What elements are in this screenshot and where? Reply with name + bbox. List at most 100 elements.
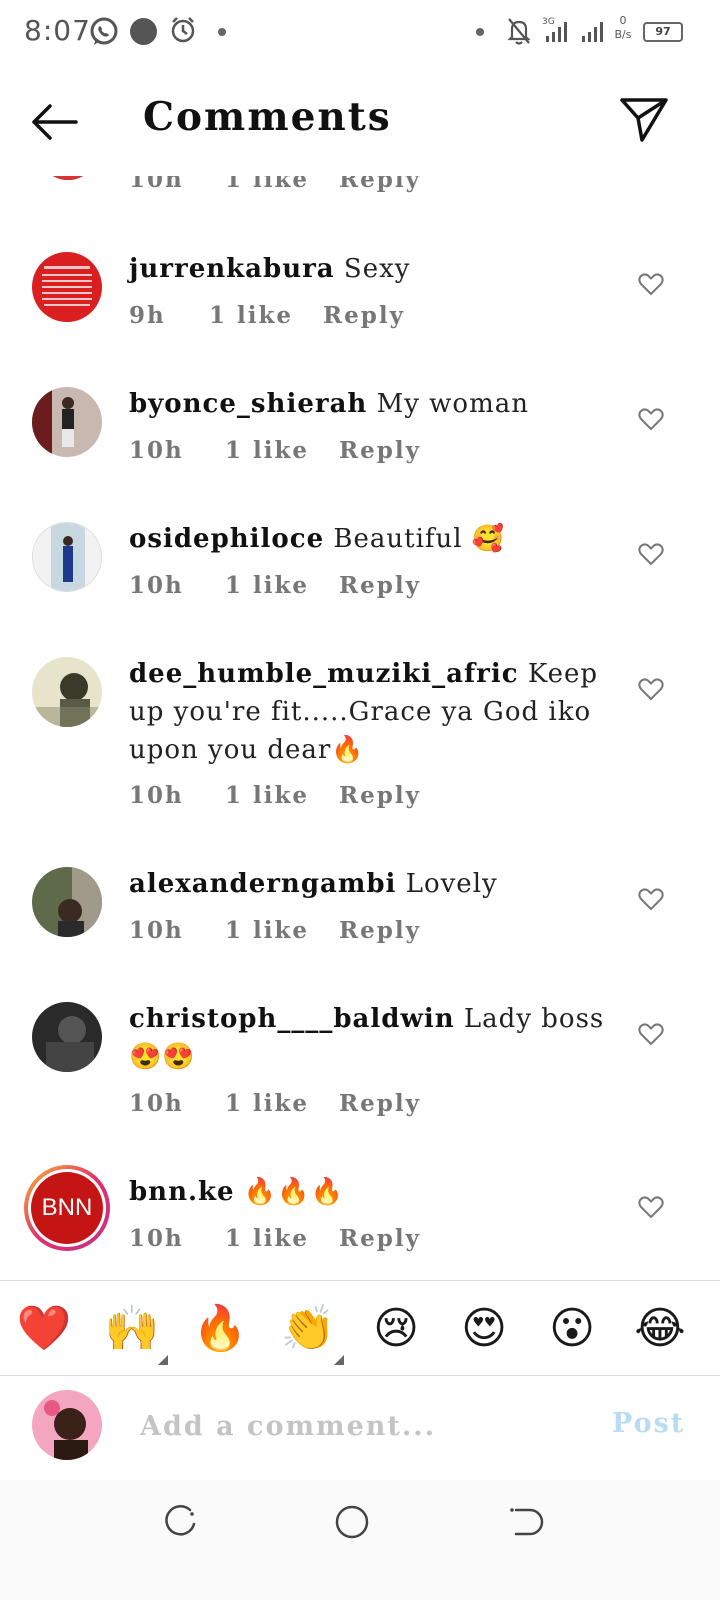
comment-time: 9h [129, 302, 166, 329]
comment-meta: 10h 1 like Reply [129, 437, 421, 464]
net-speed-value: 0 [619, 14, 627, 27]
comment-username[interactable]: dee_humble_muziki_afric [129, 659, 519, 689]
page-title: Comments [143, 94, 392, 140]
comment-meta: 10h 1 like Reply [129, 782, 421, 809]
whatsapp-icon [90, 17, 118, 45]
comment-meta: 10h 1 like Reply [129, 917, 421, 944]
comment-body: 🔥🔥🔥 [243, 1177, 344, 1207]
comment-body: Beautiful 🥰 [333, 524, 506, 554]
comment-meta: 10h 1 like Reply [129, 1090, 421, 1117]
heart-icon[interactable] [638, 272, 664, 296]
dot-icon [476, 28, 484, 36]
reply-button[interactable]: Reply [323, 302, 405, 329]
avatar-logo-text: BNN [31, 1172, 103, 1244]
comment-likes-link[interactable]: 1 like [225, 917, 329, 944]
heart-icon[interactable] [638, 407, 664, 431]
heart-icon[interactable] [638, 887, 664, 911]
comment-meta: 10h 1 like Reply [129, 572, 421, 599]
home-icon[interactable] [332, 1502, 372, 1542]
svg-text:3G: 3G [542, 17, 555, 27]
comment-username[interactable]: alexanderngambi [129, 869, 396, 899]
avatar[interactable] [32, 867, 102, 937]
heart-icon[interactable] [638, 677, 664, 701]
reply-button[interactable]: Reply [339, 1090, 421, 1117]
comment-text: alexanderngambi Lovely [129, 865, 609, 903]
comment-body: Sexy [343, 254, 411, 284]
emoji-fire-button[interactable]: 🔥 [192, 1301, 248, 1357]
paper-plane-icon[interactable] [618, 94, 670, 146]
alarm-icon [171, 17, 195, 43]
reply-button[interactable]: Reply [339, 1225, 421, 1252]
comment-text: christoph____baldwin Lady boss 😍😍 [129, 1000, 609, 1076]
avatar[interactable]: BNN [24, 1165, 110, 1251]
recent-apps-icon[interactable] [160, 1502, 200, 1542]
current-user-avatar [32, 1390, 102, 1460]
comment-likes-link[interactable]: 1 like [225, 782, 329, 809]
comment-item: osidephiloce Beautiful 🥰 10h 1 like Repl… [0, 520, 720, 630]
comment-likes-link[interactable]: 1 like [225, 1225, 329, 1252]
emoji-surprised-button[interactable]: 😮 [544, 1301, 600, 1357]
post-button[interactable]: Post [612, 1408, 685, 1439]
header: Comments [0, 66, 720, 176]
reply-button[interactable]: Reply [339, 437, 421, 464]
comment-likes-link[interactable]: 1 like [225, 1090, 329, 1117]
emoji-crying-button[interactable]: 😢 [368, 1301, 424, 1357]
comment-meta: 10h 1 like Reply [129, 1225, 421, 1252]
comment-time: 10h [129, 437, 184, 464]
emoji-quick-bar: ❤️ 🙌 🔥 👏 😢 😍 😮 😂 [0, 1281, 720, 1375]
comment-item: alexanderngambi Lovely 10h 1 like Reply [0, 865, 720, 975]
arrow-left-icon[interactable] [28, 100, 80, 144]
heart-icon[interactable] [638, 1022, 664, 1046]
bell-muted-icon [507, 18, 531, 45]
reply-button[interactable]: Reply [339, 572, 421, 599]
reply-button[interactable]: Reply [339, 917, 421, 944]
comment-username[interactable]: bnn.ke [129, 1177, 235, 1207]
system-nav-bar [0, 1480, 720, 1600]
comment-meta: 9h 1 like Reply [129, 302, 405, 329]
compose-bar: Post [0, 1376, 720, 1480]
net-speed-unit: B/s [614, 28, 632, 41]
comment-list[interactable]: 10h 1 like Reply jurrenkabura Sexy 9h 1 … [0, 150, 720, 1280]
avatar[interactable] [32, 657, 102, 727]
comment-text: bnn.ke 🔥🔥🔥 [129, 1173, 609, 1211]
signal-icon [582, 22, 603, 42]
comment-text: osidephiloce Beautiful 🥰 [129, 520, 609, 558]
emoji-variant-indicator [334, 1355, 344, 1365]
heart-icon[interactable] [638, 1195, 664, 1219]
comment-likes-link[interactable]: 1 like [225, 437, 329, 464]
comment-text: jurrenkabura Sexy [129, 250, 609, 288]
avatar[interactable] [32, 387, 102, 457]
emoji-raised-hands-button[interactable]: 🙌 [104, 1301, 160, 1357]
comment-username[interactable]: christoph____baldwin [129, 1004, 455, 1034]
comment-body: Lovely [405, 869, 498, 899]
comment-time: 10h [129, 782, 184, 809]
emoji-variant-indicator [158, 1355, 168, 1365]
emoji-heart-eyes-button[interactable]: 😍 [456, 1301, 512, 1357]
back-icon[interactable] [504, 1502, 544, 1542]
net-speed: 0 B/s [610, 14, 636, 42]
comment-username[interactable]: osidephiloce [129, 524, 324, 554]
avatar[interactable] [32, 1002, 102, 1072]
avatar[interactable] [32, 252, 102, 322]
emoji-clapping-button[interactable]: 👏 [280, 1301, 336, 1357]
reply-button[interactable]: Reply [339, 782, 421, 809]
comment-username[interactable]: byonce_shierah [129, 389, 367, 419]
comment-input[interactable] [140, 1404, 560, 1448]
signal-icon: 3G [542, 17, 567, 42]
comment-likes-link[interactable]: 1 like [209, 302, 313, 329]
comment-text: dee_humble_muziki_afric Keep up you're f… [129, 655, 609, 769]
comment-item: jurrenkabura Sexy 9h 1 like Reply [0, 250, 720, 360]
comment-item: dee_humble_muziki_afric Keep up you're f… [0, 655, 720, 845]
circle-notification-icon [130, 18, 157, 45]
dot-icon [218, 28, 226, 36]
comment-likes-link[interactable]: 1 like [225, 572, 329, 599]
comment-time: 10h [129, 1090, 184, 1117]
comment-text: byonce_shierah My woman [129, 385, 609, 423]
emoji-heart-button[interactable]: ❤️ [16, 1301, 72, 1357]
comment-username[interactable]: jurrenkabura [129, 254, 335, 284]
heart-icon[interactable] [638, 542, 664, 566]
comment-item: christoph____baldwin Lady boss 😍😍 10h 1 … [0, 1000, 720, 1150]
emoji-laughing-button[interactable]: 😂 [632, 1301, 688, 1357]
status-time: 8:07 [24, 14, 91, 47]
avatar[interactable] [32, 522, 102, 592]
